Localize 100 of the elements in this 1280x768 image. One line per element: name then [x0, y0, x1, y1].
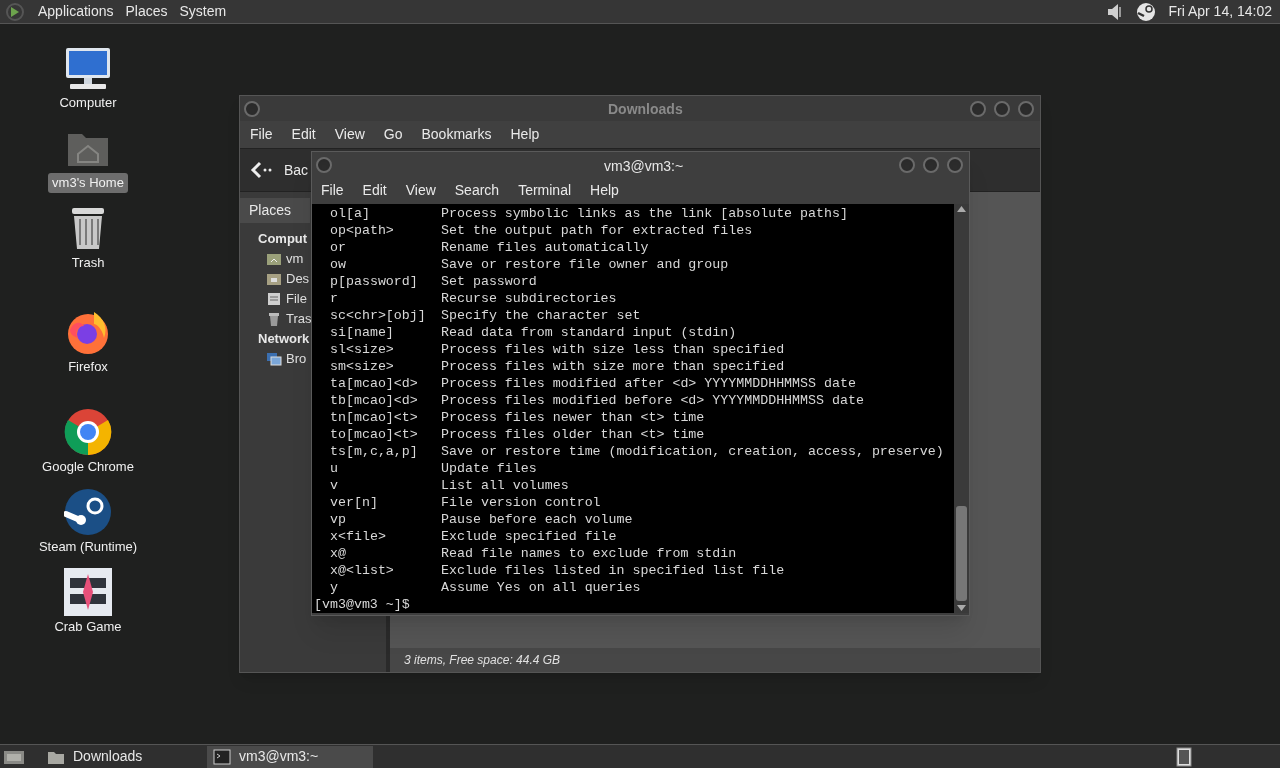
- desktop-icon-label[interactable]: Crab Game: [50, 617, 126, 637]
- option-description: Exclude specified file: [441, 528, 617, 545]
- option-label: ow: [330, 257, 346, 272]
- panel-menu[interactable]: Places: [125, 1, 168, 22]
- option-label: tb[mcao]<d>: [330, 393, 418, 408]
- option-description: List all volumes: [441, 477, 569, 494]
- sidebar-section-title: Network: [258, 330, 310, 349]
- minimize-button[interactable]: [899, 157, 915, 173]
- panel-menu[interactable]: Applications: [38, 1, 114, 22]
- option-description: Assume Yes on all queries: [441, 579, 641, 596]
- minimize-button[interactable]: [970, 100, 986, 117]
- menu-item[interactable]: File: [250, 124, 273, 145]
- option-description: Process files older than <t> time: [441, 426, 705, 443]
- scrollbar-thumb[interactable]: [956, 506, 967, 601]
- folder-icon: [266, 271, 282, 287]
- drive-icon: [266, 291, 282, 307]
- option-description: Save or restore file owner and group: [441, 256, 729, 273]
- option-label: op<path>: [330, 223, 394, 238]
- steam-icon: [64, 488, 112, 536]
- option-label: sm<size>: [330, 359, 394, 374]
- sidebar-section-title: Comput: [258, 230, 308, 249]
- taskbar-button[interactable]: Downloads: [41, 745, 201, 768]
- places-header[interactable]: Places: [240, 198, 310, 223]
- crab-game-icon: [64, 568, 112, 616]
- option-label: u: [330, 461, 338, 476]
- sidebar-item[interactable]: Bro: [266, 349, 307, 369]
- menu-logo-icon[interactable]: [4, 1, 26, 22]
- option-description: Set the output path for extracted files: [441, 222, 753, 239]
- maximize-button[interactable]: [923, 157, 939, 173]
- option-description: File version control: [441, 494, 601, 511]
- option-description: Process symbolic links as the link [absolute paths]: [441, 205, 848, 222]
- scrollbar[interactable]: [954, 204, 969, 613]
- menu-item[interactable]: Bookmarks: [421, 124, 492, 145]
- option-label: r: [330, 291, 338, 306]
- option-description: Process files with size less than specified: [441, 341, 785, 358]
- option-description: Specify the character set: [441, 307, 641, 324]
- menu-item[interactable]: Edit: [291, 124, 316, 145]
- option-label: sl<size>: [330, 342, 394, 357]
- menu-item[interactable]: View: [405, 179, 436, 201]
- desktop-icon-label[interactable]: vm3's Home: [48, 173, 128, 193]
- option-label: x@: [330, 546, 346, 561]
- home-folder-icon: [266, 251, 282, 267]
- option-description: Recurse subdirectories: [441, 290, 617, 307]
- close-button[interactable]: [947, 157, 963, 173]
- option-label: to[mcao]<t>: [330, 427, 418, 442]
- sidebar-item[interactable]: Des: [266, 269, 310, 289]
- menu-item[interactable]: Help: [590, 179, 619, 201]
- option-label: si[name]: [330, 325, 394, 340]
- desktop-icon-label[interactable]: Google Chrome: [38, 457, 138, 477]
- terminal-icon: [213, 748, 231, 765]
- desktop-icon-label[interactable]: Trash: [67, 253, 109, 273]
- option-label: vp: [330, 512, 346, 527]
- desktop-icon-label[interactable]: Steam (Runtime): [34, 537, 142, 557]
- option-description: Read file names to exclude from stdin: [441, 545, 737, 562]
- chrome-icon: [64, 408, 112, 456]
- option-description: Process files modified after <d> YYYYMMDDHHMMSS date: [441, 375, 856, 392]
- option-label: tn[mcao]<t>: [330, 410, 418, 425]
- back-arrow-icon: [250, 160, 274, 180]
- option-description: Rename files automatically: [441, 239, 649, 256]
- maximize-button[interactable]: [994, 100, 1010, 117]
- window-menu-button[interactable]: [316, 157, 332, 173]
- clock[interactable]: Fri Apr 14, 14:02: [1168, 1, 1276, 22]
- steam-tray-icon[interactable]: [1136, 1, 1157, 22]
- menu-item[interactable]: View: [334, 124, 365, 145]
- window-menu-button[interactable]: [244, 100, 260, 117]
- scroll-up-icon[interactable]: [957, 206, 966, 212]
- option-label: y: [330, 580, 338, 595]
- desktop-icon-label[interactable]: Firefox: [64, 357, 112, 377]
- window-title: vm3@vm3:~: [604, 157, 684, 176]
- sidebar-item[interactable]: Tras: [266, 309, 312, 329]
- network-icon: [266, 351, 282, 367]
- sidebar-item[interactable]: vm: [266, 249, 304, 269]
- option-label: or: [330, 240, 346, 255]
- menu-item[interactable]: Help: [510, 124, 540, 145]
- option-label: x<file>: [330, 529, 386, 544]
- option-label: v: [330, 478, 338, 493]
- menu-item[interactable]: Edit: [362, 179, 387, 201]
- sidebar-item[interactable]: File: [266, 289, 307, 309]
- menu-item[interactable]: Search: [454, 179, 500, 201]
- option-label: ol[a]: [330, 206, 370, 221]
- window-title: Downloads: [608, 100, 683, 119]
- scroll-down-icon[interactable]: [957, 605, 966, 611]
- back-button[interactable]: Bac: [250, 159, 309, 181]
- option-description: Set password: [441, 273, 537, 290]
- option-label: x@<list>: [330, 563, 394, 578]
- option-label: sc<chr>[obj]: [330, 308, 426, 323]
- close-button[interactable]: [1018, 100, 1034, 117]
- option-description: Process files modified before <d> YYYYMMDDHHMMSS date: [441, 392, 864, 409]
- option-label: ta[mcao]<d>: [330, 376, 418, 391]
- desktop-icon-label[interactable]: Computer: [55, 93, 121, 113]
- menu-item[interactable]: Terminal: [518, 179, 572, 201]
- option-description: Update files: [441, 460, 537, 477]
- taskbar-button[interactable]: vm3@vm3:~: [207, 745, 373, 768]
- option-description: Pause before each volume: [441, 511, 633, 528]
- shell-prompt: [vm3@vm3 ~]$: [314, 597, 410, 612]
- menu-item[interactable]: Go: [383, 124, 403, 145]
- option-description: Exclude files listed in specified list file: [441, 562, 785, 579]
- option-description: Read data from standard input (stdin): [441, 324, 737, 341]
- menu-item[interactable]: File: [321, 179, 344, 201]
- panel-menu[interactable]: System: [179, 1, 227, 22]
